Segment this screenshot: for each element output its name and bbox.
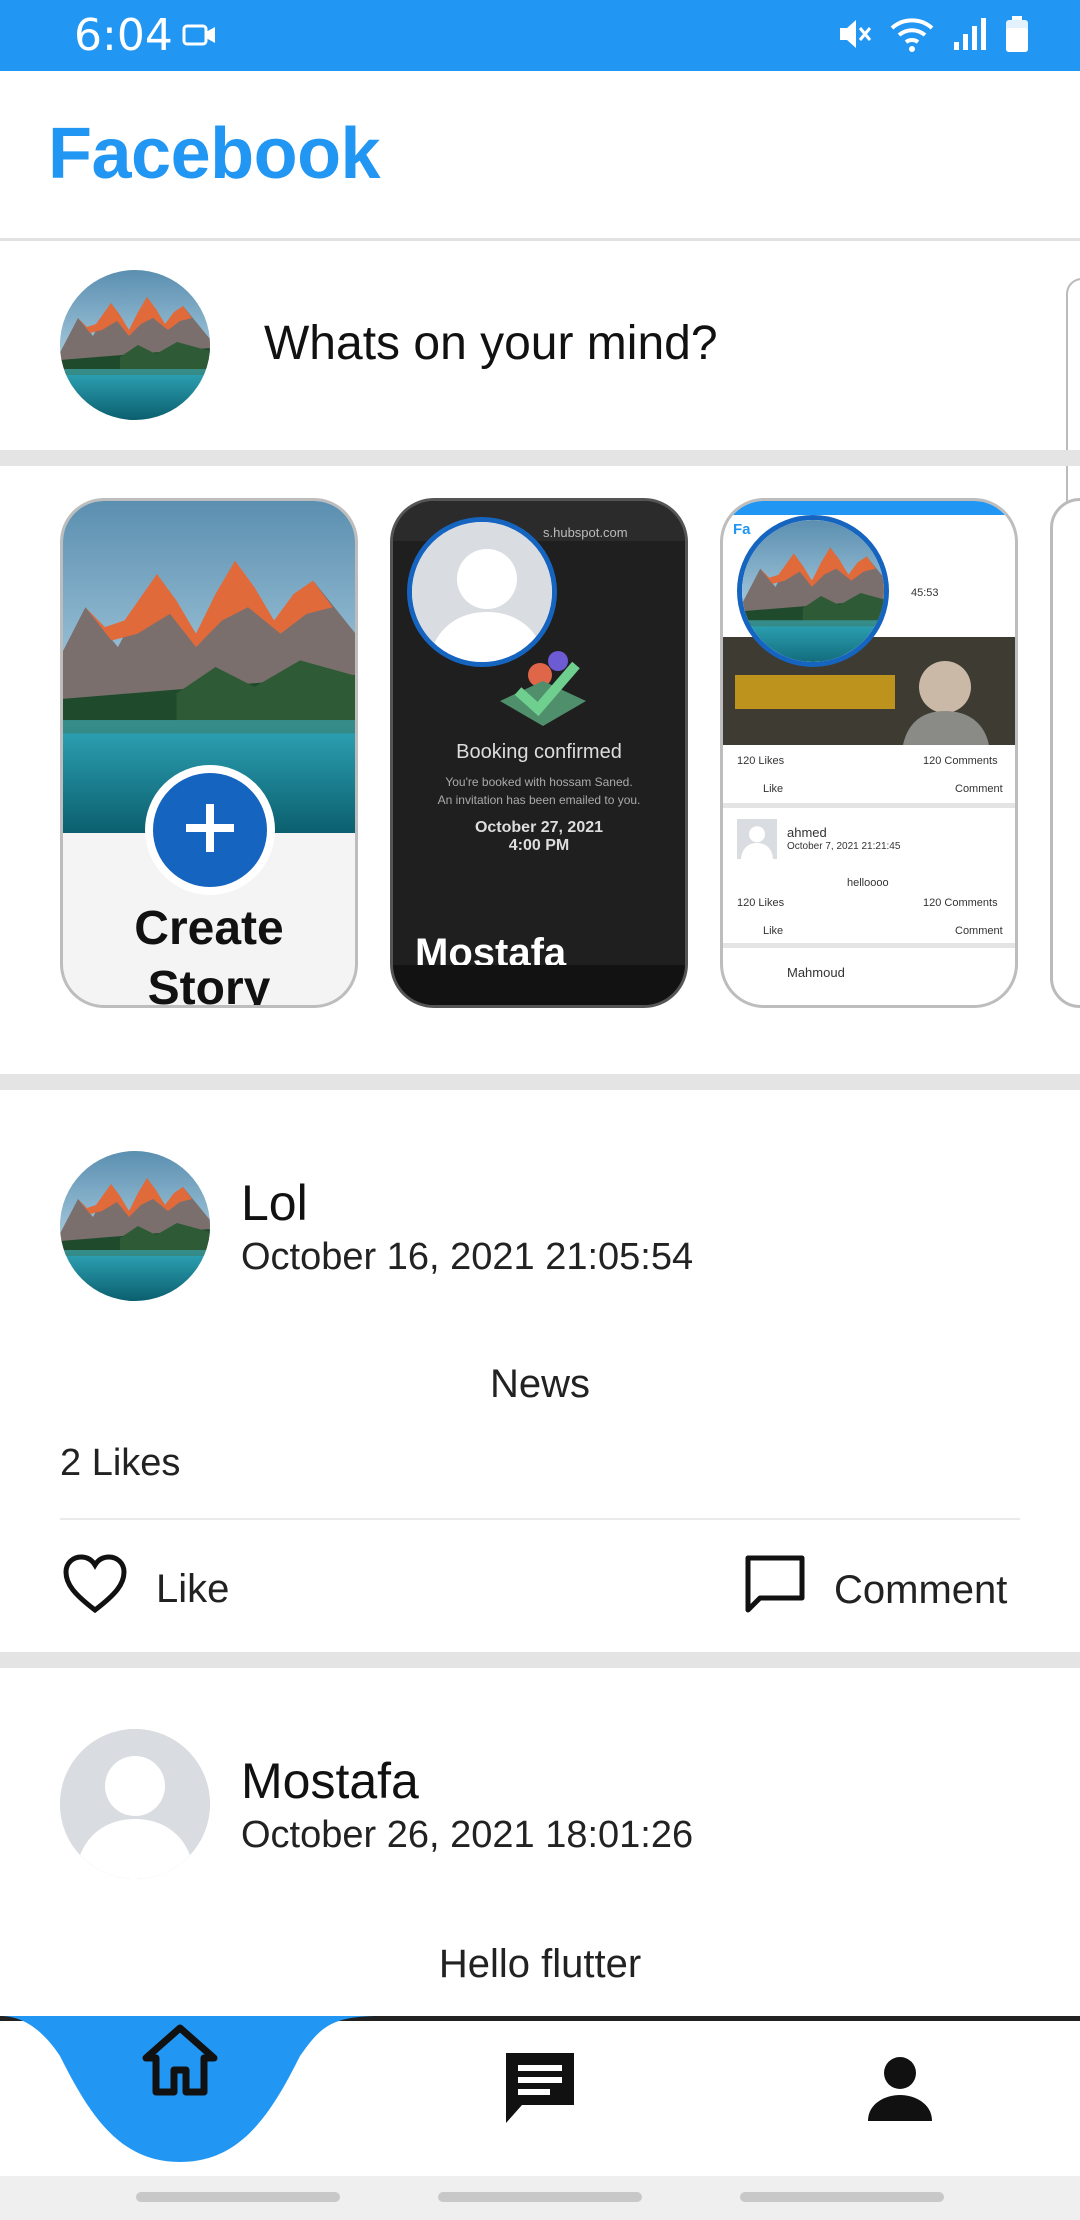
story-preview-statusbar bbox=[723, 501, 1015, 515]
heart-icon bbox=[62, 1554, 128, 1624]
section-divider bbox=[0, 450, 1080, 466]
status-bar: 6:04 bbox=[0, 0, 1080, 71]
system-nav-handle[interactable] bbox=[740, 2192, 944, 2202]
comment-label: Comment bbox=[834, 1567, 1008, 1612]
story-preview-avatar bbox=[737, 819, 777, 859]
story-preview-post3-author: Mahmoud bbox=[787, 965, 845, 980]
person-icon bbox=[864, 2053, 936, 2130]
story-preview-divider-2 bbox=[723, 943, 1015, 948]
post-timestamp: October 16, 2021 21:05:54 bbox=[241, 1236, 694, 1278]
post-body-text: Hello flutter bbox=[438, 1942, 642, 1986]
story-preview-comments-2: 120 Comments bbox=[923, 897, 998, 909]
post-likes-count: 2 Likes bbox=[60, 1442, 181, 1484]
app-title: Facebook bbox=[48, 114, 381, 194]
add-story-button[interactable] bbox=[145, 765, 275, 895]
create-story-label: Create Story bbox=[134, 902, 284, 1008]
story-preview-line1: You're booked with hossam Saned. bbox=[445, 775, 633, 789]
post-author-name[interactable]: Mostafa bbox=[241, 1752, 419, 1810]
story-preview-post2-date: October 7, 2021 21:21:45 bbox=[787, 841, 901, 852]
nav-home[interactable] bbox=[130, 2007, 230, 2117]
battery-icon bbox=[1004, 14, 1030, 59]
post-composer[interactable]: Whats on your mind? bbox=[0, 244, 1080, 538]
story-avatar-mostafa bbox=[407, 517, 557, 667]
home-icon bbox=[140, 2020, 220, 2105]
wifi-icon bbox=[888, 14, 936, 59]
story-preview-url: s.hubspot.com bbox=[543, 525, 628, 540]
story-preview-likes-2: 120 Likes bbox=[737, 897, 785, 909]
like-button[interactable]: Like bbox=[62, 1554, 229, 1624]
section-divider bbox=[0, 1074, 1080, 1090]
story-preview-date: October 27, 2021 bbox=[474, 819, 604, 836]
nav-chat[interactable] bbox=[490, 2041, 590, 2141]
system-icons bbox=[834, 14, 1030, 59]
story-preview-like-2: Like bbox=[763, 925, 784, 937]
signal-icon bbox=[950, 14, 990, 59]
section-divider bbox=[0, 1652, 1080, 1668]
story-preview-post-image bbox=[723, 637, 1015, 745]
story-preview-post2-author: ahmed bbox=[787, 825, 827, 840]
story-preview-app-title: Fa bbox=[733, 521, 751, 538]
system-nav-handle[interactable] bbox=[438, 2192, 642, 2202]
story-preview-post2-text: helloooo bbox=[847, 877, 889, 889]
story-preview-comments: 120 Comments bbox=[923, 755, 998, 767]
story-avatar-screenshot bbox=[737, 515, 889, 667]
post-divider bbox=[60, 1518, 1020, 1520]
mute-icon bbox=[834, 14, 874, 59]
bottom-navigation bbox=[0, 2016, 1080, 2176]
story-preview-line2: An invitation has been emailed to you. bbox=[437, 793, 641, 807]
system-nav-handle[interactable] bbox=[136, 2192, 340, 2202]
post-body-text: News bbox=[489, 1362, 591, 1406]
story-preview-comment: Comment bbox=[955, 783, 1003, 795]
status-time: 6:04 bbox=[74, 10, 173, 61]
story-card-mostafa[interactable]: s.hubspot.com Booking confirmed You're b… bbox=[390, 498, 688, 1008]
comment-icon bbox=[744, 1554, 806, 1626]
story-card-screenshot[interactable]: Fa 45:53 120 Likes 120 Comments Like Com… bbox=[720, 498, 1018, 1008]
story-preview-timestamp: 45:53 bbox=[911, 587, 939, 599]
story-preview-heading: Booking confirmed bbox=[456, 741, 622, 763]
video-camera-icon bbox=[182, 20, 218, 55]
story-preview-like: Like bbox=[763, 783, 784, 795]
composer-prompt[interactable]: Whats on your mind? bbox=[264, 316, 718, 371]
system-navigation-bar bbox=[0, 2176, 1080, 2220]
story-card-partial[interactable] bbox=[1050, 498, 1080, 1008]
post-author-avatar[interactable] bbox=[60, 1151, 210, 1301]
story-preview-comment-2: Comment bbox=[955, 925, 1003, 937]
create-story-card[interactable]: Create Story bbox=[60, 498, 358, 1008]
current-user-avatar[interactable] bbox=[60, 270, 210, 420]
app-bar: Facebook bbox=[0, 71, 1080, 241]
post-timestamp: October 26, 2021 18:01:26 bbox=[241, 1814, 694, 1856]
chat-icon bbox=[498, 2047, 582, 2136]
like-label: Like bbox=[156, 1566, 230, 1611]
story-preview-time: 4:00 PM bbox=[508, 837, 570, 854]
comment-button[interactable]: Comment bbox=[744, 1554, 1007, 1626]
plus-icon bbox=[180, 798, 240, 863]
story-preview-likes: 120 Likes bbox=[737, 755, 785, 767]
story-preview-divider bbox=[723, 803, 1015, 808]
post-author-name[interactable]: Lol bbox=[241, 1174, 308, 1232]
stories-carousel[interactable]: Create Story s.hubspot.com Booking confi… bbox=[0, 466, 1080, 1074]
nav-profile[interactable] bbox=[850, 2041, 950, 2141]
post-author-avatar[interactable] bbox=[60, 1729, 210, 1879]
story-preview-navbar bbox=[393, 965, 685, 1005]
